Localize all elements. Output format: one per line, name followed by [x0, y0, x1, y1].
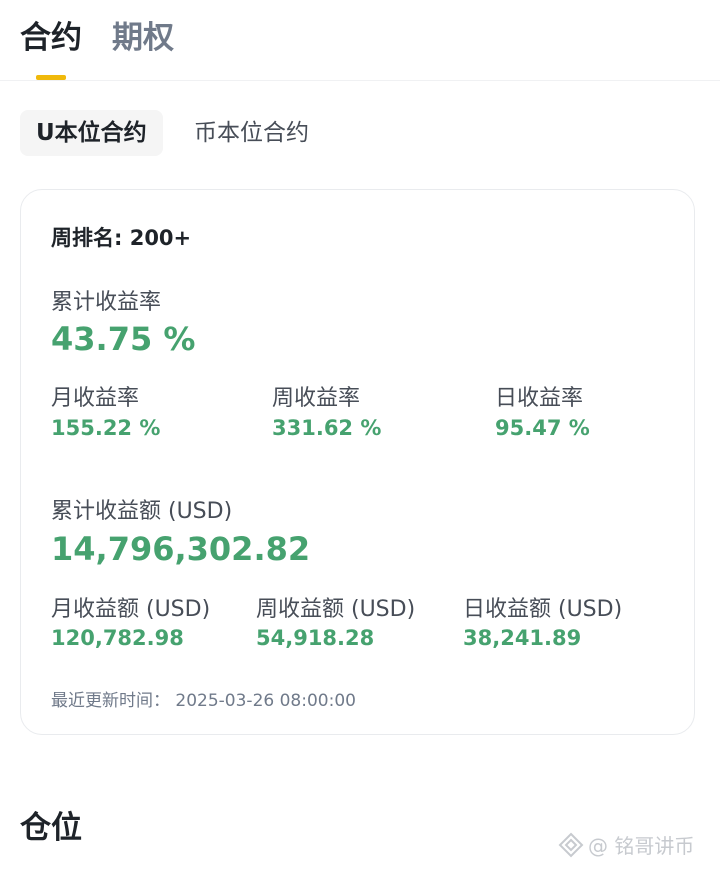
- positions-heading: 仓位: [20, 810, 82, 846]
- daily-pnl-value: 38,241.89: [463, 626, 582, 650]
- watermark-logo-icon: [558, 832, 584, 858]
- sub-tab-coinm-futures[interactable]: 币本位合约: [194, 110, 309, 156]
- tab-options[interactable]: 期权: [112, 18, 174, 58]
- monthly-pnl-label: 月收益额 (USD): [51, 597, 211, 622]
- watermark-text: @ 铭哥讲币: [588, 834, 695, 858]
- total-pnl-value: 14,796,302.82: [51, 530, 311, 568]
- monthly-roi-value: 155.22 %: [51, 416, 161, 440]
- weekly-rank: 周排名: 200+: [51, 226, 192, 250]
- total-roi-value: 43.75 %: [51, 320, 196, 358]
- watermark: @ 铭哥讲币: [558, 830, 694, 859]
- total-roi-label: 累计收益率: [51, 290, 162, 315]
- last-updated: 最近更新时间： 2025-03-26 08:00:00: [51, 691, 356, 711]
- tab-contract[interactable]: 合约: [20, 18, 82, 58]
- total-pnl-label: 累计收益额 (USD): [51, 499, 233, 524]
- daily-roi-value: 95.47 %: [495, 416, 590, 440]
- monthly-pnl-value: 120,782.98: [51, 626, 184, 650]
- weekly-roi-value: 331.62 %: [272, 416, 382, 440]
- performance-card: 周排名: 200+ 累计收益率 43.75 % 月收益率 155.22 % 周收…: [20, 189, 695, 735]
- active-tab-indicator: [36, 75, 66, 80]
- daily-roi-label: 日收益率: [495, 386, 584, 411]
- weekly-pnl-label: 周收益额 (USD): [256, 597, 416, 622]
- top-tab-bar: 合约 期权: [0, 0, 720, 81]
- monthly-roi-label: 月收益率: [51, 386, 140, 411]
- daily-pnl-label: 日收益额 (USD): [463, 597, 623, 622]
- weekly-roi-label: 周收益率: [272, 386, 361, 411]
- weekly-pnl-value: 54,918.28: [256, 626, 375, 650]
- sub-tab-usdm-futures[interactable]: U本位合约: [20, 110, 163, 156]
